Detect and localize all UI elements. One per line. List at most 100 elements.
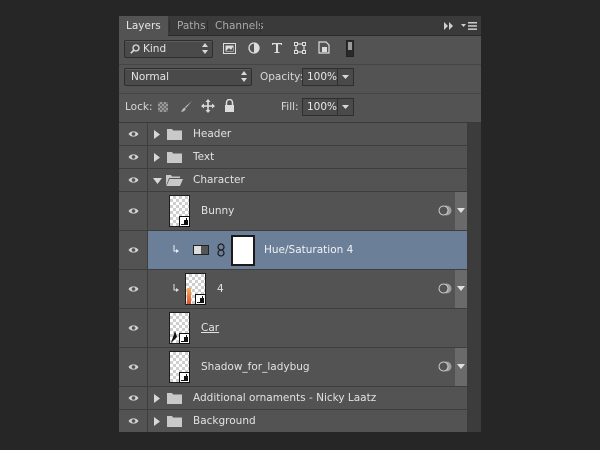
eye-icon <box>128 364 139 370</box>
folder-icon <box>167 393 182 404</box>
layer-row-header[interactable]: Header <box>119 123 467 146</box>
layers-panel: Layers Paths Channels Kind Normal Opacit… <box>119 16 481 432</box>
visibility-toggle[interactable] <box>119 270 148 308</box>
collapse-triangle-icon[interactable] <box>153 178 162 184</box>
clipping-mask-arrow-icon <box>173 284 179 292</box>
visibility-toggle[interactable] <box>119 410 148 432</box>
lock-label: Lock: <box>125 101 153 113</box>
eye-icon <box>128 286 139 292</box>
filter-toggle-switch[interactable] <box>346 40 354 57</box>
lock-pixels-brush-icon[interactable] <box>180 100 193 113</box>
filter-kind-dropdown[interactable]: Kind <box>124 40 213 58</box>
layer-effects-icon[interactable] <box>438 205 452 216</box>
layer-row-character[interactable]: Character <box>119 169 467 192</box>
visibility-toggle[interactable] <box>119 192 148 230</box>
search-icon <box>130 44 140 54</box>
layer-name: Character <box>193 174 245 186</box>
lock-all-icon[interactable] <box>224 99 235 112</box>
smart-object-badge-icon <box>179 333 190 344</box>
layer-row-shadow-for-ladybug[interactable]: Shadow_for_ladybug <box>119 348 467 387</box>
effects-expand-button[interactable] <box>455 192 467 230</box>
opacity-input[interactable]: 100% <box>302 68 338 86</box>
lock-position-move-icon[interactable] <box>201 99 215 113</box>
panel-tab-bar: Layers Paths Channels <box>119 16 481 37</box>
eye-icon <box>128 177 139 183</box>
adjustment-layer-filter-icon[interactable] <box>248 42 260 54</box>
tab-channels[interactable]: Channels <box>208 16 271 36</box>
shape-layer-filter-icon[interactable] <box>294 42 306 54</box>
eye-icon <box>128 395 139 401</box>
layer-name: Shadow_for_ladybug <box>201 361 310 373</box>
fill-input[interactable]: 100% <box>302 98 338 116</box>
clipping-mask-arrow-icon <box>173 245 179 253</box>
folder-icon <box>167 152 182 163</box>
thumbnail-content <box>187 288 191 304</box>
open-folder-icon <box>166 175 183 186</box>
eye-icon <box>128 131 139 137</box>
layer-thumbnail <box>185 273 206 305</box>
tab-layers[interactable]: Layers <box>119 16 168 37</box>
smart-object-badge-icon <box>179 372 190 383</box>
eye-icon <box>128 325 139 331</box>
tab-divider <box>260 20 261 32</box>
layer-effects-icon[interactable] <box>438 283 452 294</box>
collapse-panel-icon[interactable] <box>443 21 455 31</box>
fill-label: Fill: <box>281 101 299 113</box>
layer-name: Background <box>193 415 256 427</box>
stepper-arrows-icon <box>241 71 247 82</box>
visibility-toggle[interactable] <box>119 123 148 145</box>
effects-expand-button[interactable] <box>455 270 467 308</box>
visibility-toggle[interactable] <box>119 387 148 409</box>
visibility-toggle[interactable] <box>119 231 148 269</box>
effects-expand-button[interactable] <box>455 348 467 386</box>
layer-row-background[interactable]: Background <box>119 410 467 432</box>
blend-mode-dropdown[interactable]: Normal <box>124 68 252 86</box>
smart-object-badge-icon <box>195 294 206 305</box>
expand-triangle-icon[interactable] <box>154 417 160 426</box>
layer-thumbnail <box>169 351 190 383</box>
layers-scrollbar[interactable] <box>467 123 481 432</box>
chevron-down-icon <box>457 208 465 213</box>
visibility-toggle[interactable] <box>119 146 148 168</box>
layer-name: Hue/Saturation 4 <box>264 244 354 256</box>
filter-row: Kind <box>119 36 481 64</box>
layer-name: Car <box>201 322 220 334</box>
folder-icon <box>167 416 182 427</box>
folder-icon <box>167 129 182 140</box>
visibility-toggle[interactable] <box>119 348 148 386</box>
smart-object-filter-icon[interactable] <box>318 41 330 54</box>
pixel-layer-filter-icon[interactable] <box>223 43 236 55</box>
chevron-down-icon <box>457 286 465 291</box>
layer-row-bunny[interactable]: Bunny <box>119 192 467 231</box>
expand-triangle-icon[interactable] <box>154 153 160 162</box>
fill-slider-button[interactable] <box>338 98 354 116</box>
layer-name: Text <box>193 151 215 163</box>
layer-name: Header <box>193 128 232 140</box>
chevron-down-icon <box>342 105 349 109</box>
layer-mask-thumbnail[interactable] <box>231 235 255 266</box>
eye-icon <box>128 208 139 214</box>
filter-kind-label: Kind <box>143 43 167 55</box>
eye-icon <box>128 418 139 424</box>
visibility-toggle[interactable] <box>119 309 148 347</box>
expand-triangle-icon[interactable] <box>154 394 160 403</box>
layer-row-hue-saturation-4[interactable]: Hue/Saturation 4 <box>119 231 467 270</box>
layer-effects-icon[interactable] <box>438 361 452 372</box>
layer-row-car[interactable]: Car <box>119 309 467 348</box>
eye-icon <box>128 154 139 160</box>
smart-object-badge-icon <box>179 216 190 227</box>
opacity-slider-button[interactable] <box>338 68 354 86</box>
lock-transparency-icon[interactable] <box>158 102 168 112</box>
layer-row-4[interactable]: 4 <box>119 270 467 309</box>
layer-thumbnail <box>169 195 190 227</box>
chevron-down-icon <box>457 364 465 369</box>
layer-row-additional-ornaments[interactable]: Additional ornaments - Nicky Laatz <box>119 387 467 410</box>
expand-triangle-icon[interactable] <box>154 130 160 139</box>
layer-row-text[interactable]: Text <box>119 146 467 169</box>
layers-list: Header Text Character Bunny Hue/Saturati… <box>119 123 467 432</box>
visibility-toggle[interactable] <box>119 169 148 191</box>
type-layer-filter-icon[interactable] <box>271 42 283 54</box>
panel-menu-icon[interactable] <box>461 21 477 31</box>
layer-name: 4 <box>217 283 224 295</box>
link-chain-icon[interactable] <box>217 243 225 257</box>
